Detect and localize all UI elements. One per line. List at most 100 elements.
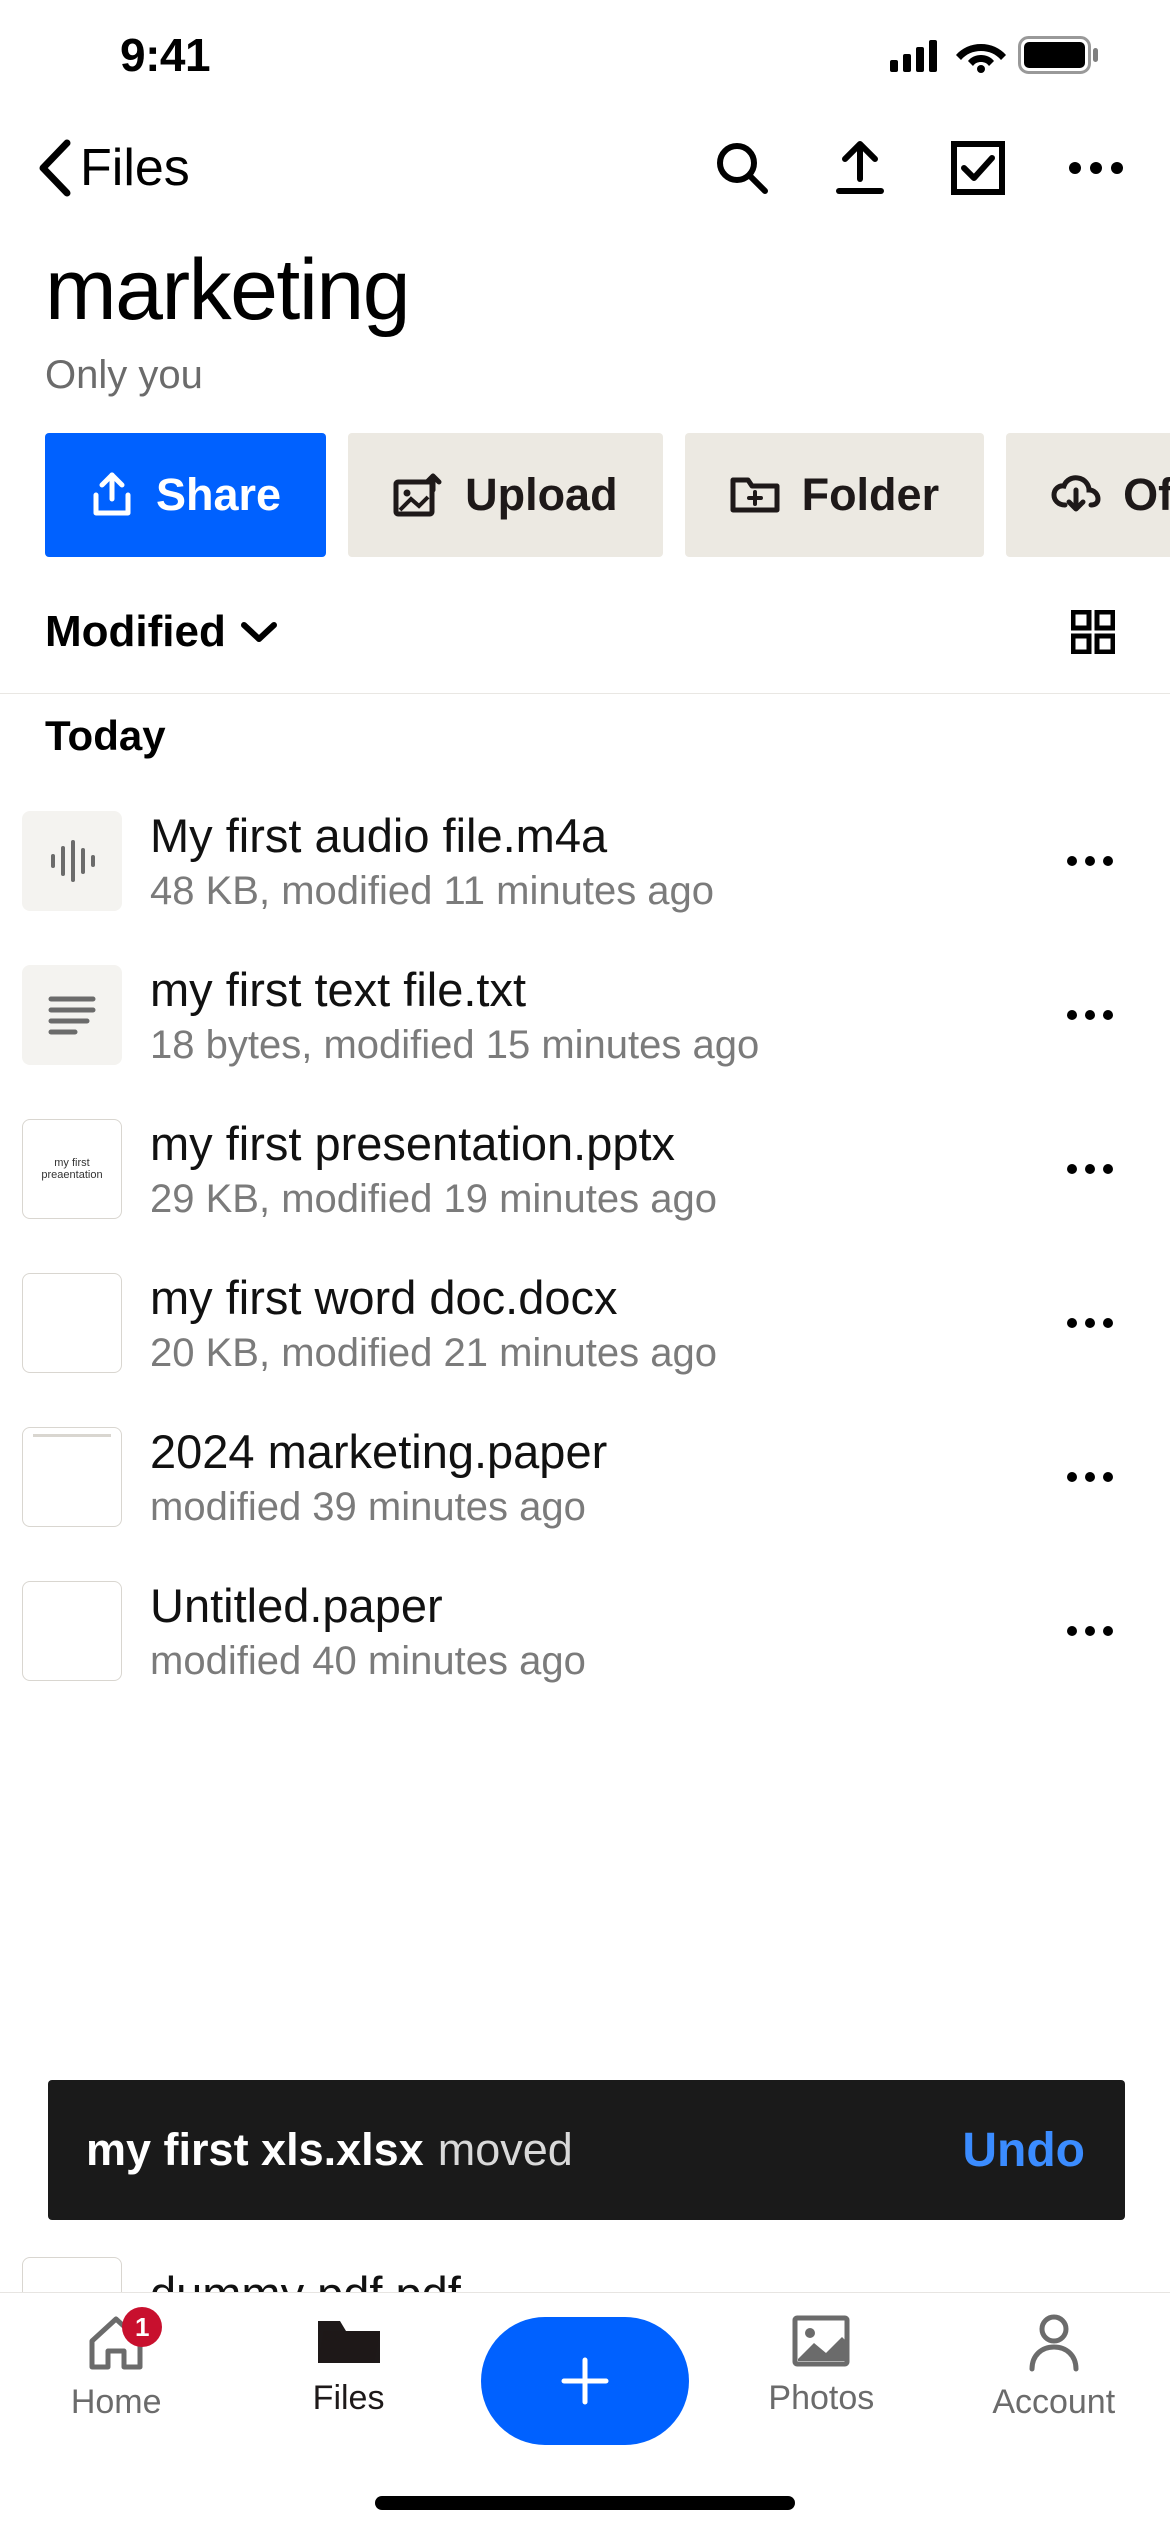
file-more-button[interactable] bbox=[1055, 855, 1125, 867]
tab-account[interactable]: Account bbox=[954, 2313, 1154, 2422]
share-button[interactable]: Share bbox=[45, 433, 326, 557]
tab-create[interactable] bbox=[481, 2313, 689, 2445]
file-row[interactable]: 2024 marketing.paper modified 39 minutes… bbox=[0, 1400, 1170, 1554]
more-horizontal-icon bbox=[1066, 855, 1114, 867]
folder-icon bbox=[314, 2313, 384, 2369]
tab-home-label: Home bbox=[71, 2383, 162, 2422]
sort-button[interactable]: Modified bbox=[45, 607, 278, 657]
toast-file: my first xls.xlsx bbox=[86, 2124, 424, 2176]
upload-arrow-icon bbox=[833, 139, 887, 197]
account-icon bbox=[1026, 2313, 1082, 2373]
file-thumbnail: my first preaentation bbox=[22, 1119, 122, 1219]
file-more-button[interactable] bbox=[1055, 1163, 1125, 1175]
file-meta: 29 KB, modified 19 minutes ago bbox=[150, 1177, 1027, 1222]
file-row[interactable]: My first audio file.m4a 48 KB, modified … bbox=[0, 784, 1170, 938]
folder-label: Folder bbox=[802, 469, 940, 521]
upload-label: Upload bbox=[465, 469, 618, 521]
file-more-button[interactable] bbox=[1055, 1317, 1125, 1329]
text-icon bbox=[47, 994, 97, 1036]
cloud-download-icon bbox=[1051, 475, 1101, 515]
toast-text: my first xls.xlsx moved bbox=[86, 2124, 573, 2176]
file-row[interactable]: my first text file.txt 18 bytes, modifie… bbox=[0, 938, 1170, 1092]
fab-button[interactable] bbox=[481, 2317, 689, 2445]
tab-files-label: Files bbox=[313, 2379, 385, 2418]
select-button[interactable] bbox=[949, 139, 1007, 197]
file-more-button[interactable] bbox=[1055, 1625, 1125, 1637]
photos-icon bbox=[790, 2313, 852, 2369]
action-row: Share Upload Folder Offline bbox=[0, 423, 1170, 577]
toast-status: moved bbox=[438, 2124, 573, 2176]
image-upload-icon bbox=[393, 473, 443, 517]
status-time: 9:41 bbox=[120, 28, 210, 82]
more-button[interactable] bbox=[1067, 139, 1125, 197]
file-name: 2024 marketing.paper bbox=[150, 1424, 1027, 1479]
share-icon bbox=[90, 471, 134, 519]
page-title: marketing bbox=[45, 245, 1125, 335]
more-horizontal-icon bbox=[1068, 161, 1124, 175]
tab-photos[interactable]: Photos bbox=[721, 2313, 921, 2418]
share-label: Share bbox=[156, 469, 281, 521]
tab-photos-label: Photos bbox=[768, 2379, 874, 2418]
upload-action-button[interactable]: Upload bbox=[348, 433, 663, 557]
search-button[interactable] bbox=[713, 139, 771, 197]
wifi-icon bbox=[956, 37, 1006, 73]
file-more-button[interactable] bbox=[1055, 1471, 1125, 1483]
file-name: my first presentation.pptx bbox=[150, 1116, 1027, 1171]
status-bar: 9:41 bbox=[0, 0, 1170, 110]
back-label: Files bbox=[80, 138, 190, 198]
sort-row: Modified bbox=[0, 577, 1170, 693]
grid-view-icon bbox=[1071, 610, 1115, 654]
sort-label: Modified bbox=[45, 607, 226, 657]
pptx-thumb-text: my first preaentation bbox=[23, 1157, 121, 1181]
file-thumbnail bbox=[22, 1273, 122, 1373]
tab-files[interactable]: Files bbox=[249, 2313, 449, 2418]
more-horizontal-icon bbox=[1066, 1009, 1114, 1021]
plus-icon bbox=[558, 2354, 612, 2408]
file-more-button[interactable] bbox=[1055, 1009, 1125, 1021]
toast: my first xls.xlsx moved Undo bbox=[48, 2080, 1125, 2220]
folder-action-button[interactable]: Folder bbox=[685, 433, 985, 557]
more-horizontal-icon bbox=[1066, 1163, 1114, 1175]
battery-icon bbox=[1018, 36, 1100, 74]
chevron-left-icon bbox=[35, 139, 75, 197]
checkbox-icon bbox=[950, 140, 1006, 196]
file-meta: 20 KB, modified 21 minutes ago bbox=[150, 1331, 1027, 1376]
file-thumbnail bbox=[22, 1427, 122, 1527]
chevron-down-icon bbox=[240, 620, 278, 644]
back-button[interactable]: Files bbox=[35, 138, 190, 198]
file-meta: 48 KB, modified 11 minutes ago bbox=[150, 869, 1027, 914]
file-name: my first word doc.docx bbox=[150, 1270, 1027, 1325]
tab-account-label: Account bbox=[992, 2383, 1115, 2422]
offline-action-button[interactable]: Offline bbox=[1006, 433, 1170, 557]
more-horizontal-icon bbox=[1066, 1625, 1114, 1637]
file-meta: 18 bytes, modified 15 minutes ago bbox=[150, 1023, 1027, 1068]
file-name: Untitled.paper bbox=[150, 1578, 1027, 1633]
file-row[interactable]: my first preaentation my first presentat… bbox=[0, 1092, 1170, 1246]
cellular-icon bbox=[890, 38, 944, 72]
file-meta: modified 40 minutes ago bbox=[150, 1639, 1027, 1684]
page-header: marketing Only you bbox=[0, 225, 1170, 423]
status-indicators bbox=[890, 36, 1130, 74]
page-subtitle: Only you bbox=[45, 353, 1125, 398]
file-thumbnail bbox=[22, 811, 122, 911]
file-row[interactable]: Untitled.paper modified 40 minutes ago bbox=[0, 1554, 1170, 1708]
navbar: Files bbox=[0, 110, 1170, 225]
file-thumbnail bbox=[22, 1581, 122, 1681]
offline-label: Offline bbox=[1123, 469, 1170, 521]
file-row[interactable]: my first word doc.docx 20 KB, modified 2… bbox=[0, 1246, 1170, 1400]
upload-button[interactable] bbox=[831, 139, 889, 197]
folder-plus-icon bbox=[730, 474, 780, 516]
more-horizontal-icon bbox=[1066, 1317, 1114, 1329]
home-badge: 1 bbox=[122, 2307, 162, 2347]
search-icon bbox=[715, 141, 769, 195]
file-meta: modified 39 minutes ago bbox=[150, 1485, 1027, 1530]
file-thumbnail bbox=[22, 965, 122, 1065]
view-toggle-button[interactable] bbox=[1071, 610, 1115, 654]
tab-home[interactable]: Home 1 bbox=[16, 2313, 216, 2422]
more-horizontal-icon bbox=[1066, 1471, 1114, 1483]
section-header: Today bbox=[0, 694, 1170, 784]
file-name: My first audio file.m4a bbox=[150, 808, 1027, 863]
home-indicator[interactable] bbox=[375, 2496, 795, 2510]
undo-button[interactable]: Undo bbox=[962, 2123, 1085, 2178]
file-name: my first text file.txt bbox=[150, 962, 1027, 1017]
